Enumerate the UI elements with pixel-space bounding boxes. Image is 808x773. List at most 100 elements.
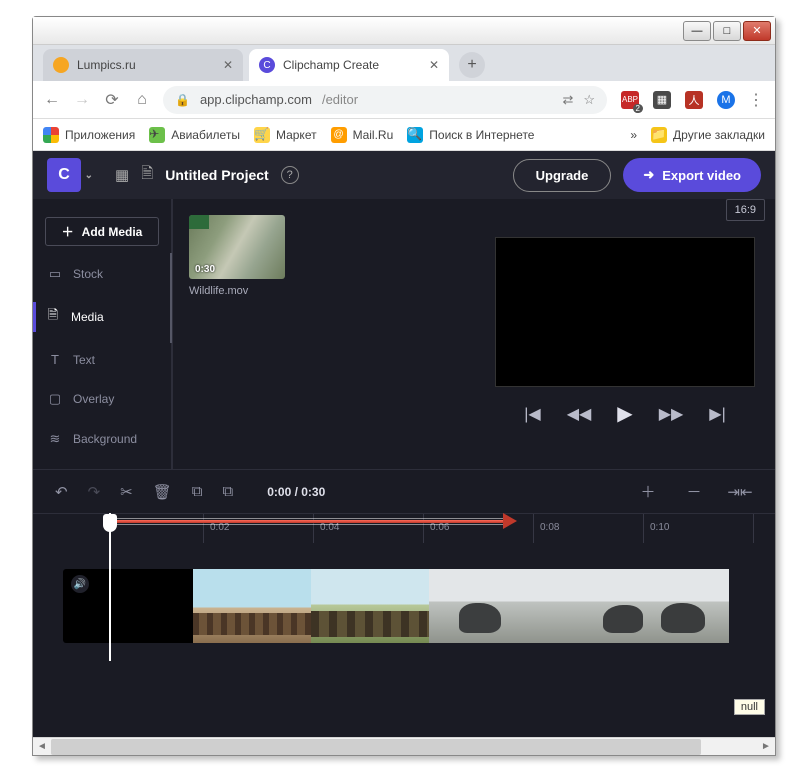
home-button[interactable]: ⌂ bbox=[133, 91, 151, 109]
bookmarks-overflow[interactable]: » bbox=[630, 128, 637, 142]
media-icon: 🗎 bbox=[45, 306, 61, 328]
aspect-ratio-button[interactable]: 16:9 bbox=[726, 199, 765, 221]
video-track[interactable]: 🔊 bbox=[63, 569, 775, 643]
sidebar: ＋Add Media ▭Stock 🗎Media TText ▢Overlay … bbox=[33, 199, 173, 469]
horizontal-scrollbar[interactable]: ◄ ► bbox=[33, 737, 775, 755]
file-icon[interactable]: 🗎 bbox=[141, 163, 153, 188]
preview-canvas[interactable] bbox=[495, 237, 755, 387]
clip-filename: Wildlife.mov bbox=[189, 285, 285, 297]
timeline-toolbar: ↶ ↷ ✂ 🗑 ⧉ ⧉ 0:00 / 0:30 ＋ － ⇥⇤ bbox=[33, 469, 775, 513]
clip-thumbnail: 0:30 bbox=[189, 215, 285, 279]
window-close[interactable]: ✕ bbox=[743, 21, 771, 41]
scrollbar-thumb[interactable] bbox=[51, 739, 701, 755]
url-host: app.clipchamp.com bbox=[200, 92, 312, 107]
null-tooltip: null bbox=[734, 699, 765, 715]
abp-extension-icon[interactable]: ABP2 bbox=[621, 91, 639, 109]
window-minimize[interactable]: — bbox=[683, 21, 711, 41]
extension-icon[interactable]: ▦ bbox=[653, 91, 671, 109]
copy-button[interactable]: ⧉ bbox=[192, 483, 203, 500]
upgrade-button[interactable]: Upgrade bbox=[513, 159, 612, 192]
project-title[interactable]: Untitled Project bbox=[165, 167, 268, 183]
sidebar-item-overlay[interactable]: ▢Overlay bbox=[45, 387, 159, 411]
profile-avatar[interactable]: M bbox=[717, 91, 735, 109]
pdf-extension-icon[interactable]: 人 bbox=[685, 91, 703, 109]
url-input[interactable]: 🔒 app.clipchamp.com/editor ⇄ ☆ bbox=[163, 86, 607, 114]
zoom-fit-button[interactable]: ⇥⇤ bbox=[727, 483, 753, 501]
preview-panel: 16:9 |◀ ◀◀ ▶ ▶▶ ▶| bbox=[475, 199, 775, 469]
ruler-tick: 0:08 bbox=[533, 514, 559, 543]
media-panel: 0:30 Wildlife.mov bbox=[173, 199, 475, 469]
skip-start-button[interactable]: |◀ bbox=[524, 404, 540, 424]
timeline-tracks[interactable]: 🔊 bbox=[33, 543, 775, 661]
undo-button[interactable]: ↶ bbox=[55, 483, 68, 501]
tab-lumpics[interactable]: Lumpics.ru ✕ bbox=[43, 49, 243, 81]
url-path: /editor bbox=[322, 92, 358, 107]
arrow-right-icon: ➜ bbox=[643, 167, 654, 183]
clip-duration: 0:30 bbox=[195, 264, 215, 275]
stock-icon: ▭ bbox=[47, 266, 63, 282]
new-tab-button[interactable]: + bbox=[459, 52, 485, 78]
track-segment[interactable] bbox=[193, 569, 311, 643]
favicon: C bbox=[259, 57, 275, 73]
timeline-ruler[interactable]: 0:02 0:04 0:06 0:08 0:10 bbox=[33, 513, 775, 543]
window-maximize[interactable]: □ bbox=[713, 21, 741, 41]
back-button[interactable]: ← bbox=[43, 91, 61, 109]
track-segment[interactable]: 🔊 bbox=[63, 569, 193, 643]
ruler-tick: 0:10 bbox=[643, 514, 669, 543]
timeline-time: 0:00 / 0:30 bbox=[267, 485, 325, 499]
address-bar: ← → ⟳ ⌂ 🔒 app.clipchamp.com/editor ⇄ ☆ A… bbox=[33, 81, 775, 119]
bookmark-item[interactable]: ✈Авиабилеты bbox=[149, 127, 240, 143]
zoom-in-button[interactable]: ＋ bbox=[635, 481, 661, 502]
tab-close-icon[interactable]: ✕ bbox=[223, 58, 233, 72]
other-bookmarks[interactable]: 📁Другие закладки bbox=[651, 127, 765, 143]
media-clip[interactable]: 0:30 Wildlife.mov bbox=[189, 215, 285, 297]
delete-button[interactable]: 🗑 bbox=[153, 483, 172, 501]
bookmark-item[interactable]: 🛒Маркет bbox=[254, 127, 317, 143]
rewind-button[interactable]: ◀◀ bbox=[567, 404, 592, 424]
export-button[interactable]: ➜Export video bbox=[623, 158, 761, 192]
track-segment[interactable] bbox=[579, 569, 729, 643]
play-button[interactable]: ▶ bbox=[617, 401, 632, 426]
bookmark-item[interactable]: @Mail.Ru bbox=[331, 127, 394, 143]
sidebar-item-text[interactable]: TText bbox=[45, 348, 159, 371]
forward-button[interactable]: → bbox=[73, 91, 91, 109]
menu-button[interactable]: ⋮ bbox=[747, 90, 765, 110]
clipchamp-app: C ▦ 🗎 Untitled Project ? Upgrade ➜Export… bbox=[33, 151, 775, 737]
sidebar-item-media[interactable]: 🗎Media bbox=[33, 302, 159, 332]
speaker-icon[interactable]: 🔊 bbox=[71, 575, 89, 593]
tab-close-icon[interactable]: ✕ bbox=[429, 58, 439, 72]
lock-icon: 🔒 bbox=[175, 93, 190, 107]
translate-icon[interactable]: ⇄ bbox=[562, 92, 573, 108]
annotation-arrow bbox=[115, 520, 505, 523]
apps-shortcut[interactable]: Приложения bbox=[43, 127, 135, 143]
text-icon: T bbox=[47, 352, 63, 367]
redo-button[interactable]: ↷ bbox=[88, 483, 101, 501]
video-icon[interactable]: ▦ bbox=[115, 166, 129, 184]
sidebar-item-stock[interactable]: ▭Stock bbox=[45, 262, 159, 286]
duplicate-button[interactable]: ⧉ bbox=[223, 483, 234, 500]
sidebar-item-background[interactable]: ≋Background bbox=[45, 427, 159, 451]
scroll-right-button[interactable]: ► bbox=[757, 738, 775, 756]
app-logo[interactable]: C bbox=[47, 158, 81, 192]
scroll-left-button[interactable]: ◄ bbox=[33, 738, 51, 756]
skip-end-button[interactable]: ▶| bbox=[709, 404, 725, 424]
help-button[interactable]: ? bbox=[281, 166, 299, 184]
bookmark-item[interactable]: 🔍Поиск в Интернете bbox=[407, 127, 534, 143]
window-titlebar: — □ ✕ bbox=[33, 17, 775, 45]
zoom-out-button[interactable]: － bbox=[681, 481, 707, 502]
app-header: C ▦ 🗎 Untitled Project ? Upgrade ➜Export… bbox=[33, 151, 775, 199]
tab-clipchamp[interactable]: C Clipchamp Create ✕ bbox=[249, 49, 449, 81]
add-media-button[interactable]: ＋Add Media bbox=[45, 217, 159, 246]
favicon bbox=[53, 57, 69, 73]
forward-button[interactable]: ▶▶ bbox=[659, 404, 684, 424]
playback-controls: |◀ ◀◀ ▶ ▶▶ ▶| bbox=[475, 401, 775, 426]
playhead-handle[interactable] bbox=[103, 514, 117, 532]
track-segment[interactable] bbox=[311, 569, 429, 643]
track-segment[interactable] bbox=[429, 569, 579, 643]
plus-icon: ＋ bbox=[62, 223, 74, 240]
reload-button[interactable]: ⟳ bbox=[103, 90, 121, 110]
star-icon[interactable]: ☆ bbox=[583, 92, 595, 108]
background-icon: ≋ bbox=[47, 431, 63, 447]
playhead-line[interactable] bbox=[109, 513, 111, 661]
cut-button[interactable]: ✂ bbox=[120, 483, 133, 501]
